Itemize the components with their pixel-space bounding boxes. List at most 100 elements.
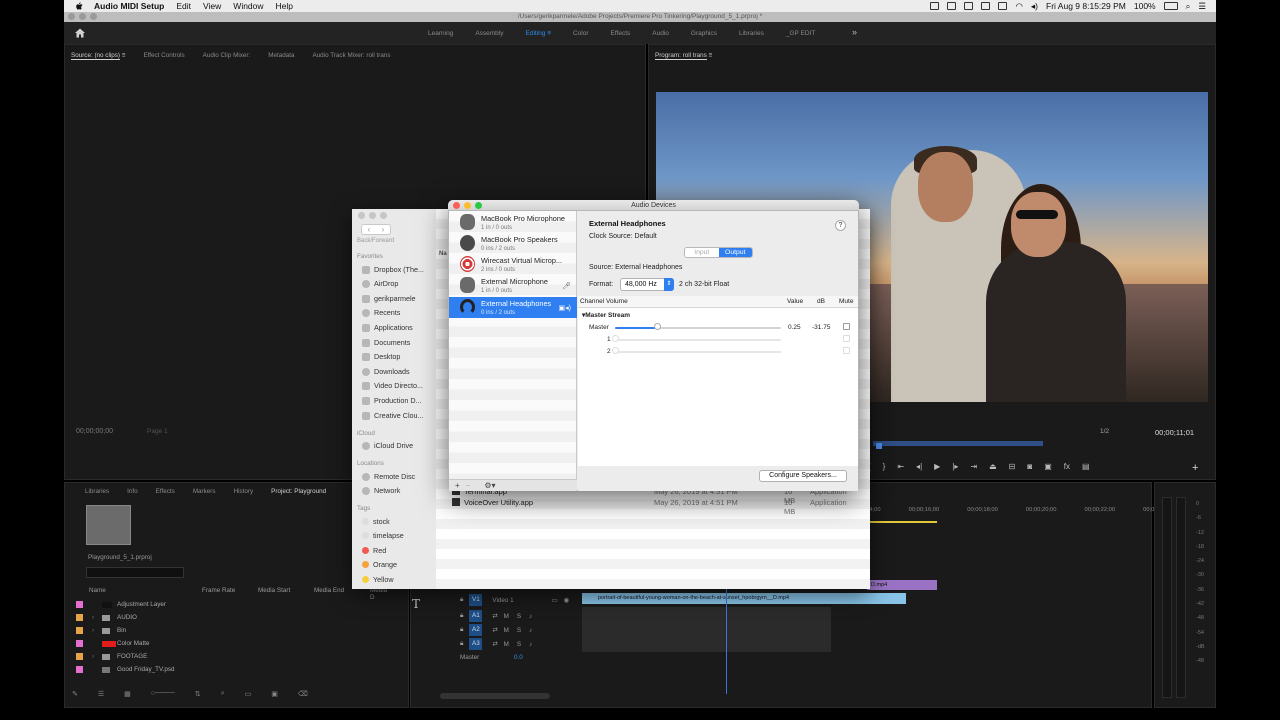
audio-tracks-area[interactable] (582, 607, 831, 652)
device-item-external-headphones[interactable]: External Headphones 0 ins / 2 outs ▣◂) (449, 297, 577, 318)
tab-audio-clip-mixer[interactable]: Audio Clip Mixer: (203, 52, 251, 59)
minimize-icon[interactable] (369, 212, 376, 219)
go-to-out-icon[interactable]: ⇥ (970, 462, 977, 471)
tab-program[interactable]: Program: roll trans ≡ (655, 51, 712, 60)
battery-icon[interactable] (1163, 2, 1178, 10)
sidebar-tag-stock[interactable]: stock (362, 517, 390, 526)
track-a2-header[interactable]: 🔒︎ A2 ⇄ M S ♪ (460, 624, 532, 636)
status-icon-3[interactable] (964, 2, 974, 10)
track-target-a2[interactable]: A2 (469, 624, 483, 636)
workspace-editing[interactable]: Editing ≡ (526, 30, 551, 37)
project-row[interactable]: Good Friday_TV.psd (72, 663, 390, 676)
status-icon-2[interactable] (947, 2, 957, 10)
disclosure-icon[interactable]: › (92, 653, 94, 660)
workspace-graphics[interactable]: Graphics (691, 30, 717, 37)
format-rate-select[interactable]: 48,000 Hz ⇕ (620, 278, 674, 291)
project-thumbnail[interactable] (86, 505, 131, 545)
timeline-ruler[interactable]: 00;00;14;00 00;00;16;00 00;00;18;00 00;0… (850, 507, 1174, 513)
workspace-effects[interactable]: Effects (611, 30, 631, 37)
segment-input[interactable]: Input (685, 248, 719, 257)
timeline-playhead[interactable] (726, 588, 727, 694)
remove-device-button[interactable]: − (466, 481, 471, 490)
device-item-wirecast[interactable]: Wirecast Virtual Microp... 2 ins / 0 out… (449, 254, 577, 275)
timeline-scrollbar[interactable] (440, 693, 550, 699)
file-row[interactable]: VoiceOver Utility.app May 26, 2019 at 4:… (452, 498, 847, 516)
sync-lock-icon[interactable]: ⇄ (492, 641, 497, 648)
device-item-macbook-mic[interactable]: MacBook Pro Microphone 1 in / 0 outs (449, 212, 577, 233)
tab-project[interactable]: Project: Playground (271, 488, 326, 495)
master-stream-group[interactable]: ▾Master Stream (582, 311, 630, 319)
track-target-v1[interactable]: V1 (469, 594, 483, 606)
voiceover-mic-icon[interactable]: ♪ (529, 613, 532, 620)
source-timecode[interactable]: 00;00;00;00 (76, 428, 113, 435)
mute-button[interactable]: M (504, 613, 509, 620)
project-row[interactable]: Color Matte (72, 637, 390, 650)
tab-libraries[interactable]: Libraries (85, 488, 109, 495)
sidebar-item-icloud-drive[interactable]: iCloud Drive (362, 441, 413, 450)
menu-window[interactable]: Window (233, 1, 263, 11)
close-icon[interactable] (68, 13, 75, 20)
minimize-icon[interactable] (464, 202, 471, 209)
sidebar-item-network[interactable]: Network (362, 486, 400, 495)
mute-button[interactable]: M (504, 641, 509, 648)
lift-icon[interactable]: ⏏ (989, 462, 997, 471)
menu-view[interactable]: View (203, 1, 221, 11)
back-forward-control[interactable]: ‹ › (361, 224, 391, 235)
workspace-libraries[interactable]: Libraries (739, 30, 764, 37)
chevron-updown-icon[interactable]: ⇕ (664, 278, 674, 291)
timeline-clip-video[interactable]: portrait-of-beautiful-young-woman-on-the… (582, 593, 906, 604)
search-icon[interactable]: ⌕ (1186, 1, 1191, 12)
tab-effects[interactable]: Effects (156, 488, 175, 495)
sidebar-item-airdrop[interactable]: AirDrop (362, 279, 398, 288)
extract-icon[interactable]: ⊟ (1009, 462, 1016, 471)
sidebar-item-applications[interactable]: Applications (362, 323, 413, 332)
chevron-double-right-icon[interactable]: » (852, 27, 857, 37)
sidebar-item-remote-disc[interactable]: Remote Disc (362, 472, 415, 481)
col-name[interactable]: Name (89, 587, 106, 594)
segment-output[interactable]: Output (718, 248, 752, 257)
project-search-input[interactable] (86, 567, 184, 578)
apple-menu-icon[interactable] (74, 1, 84, 11)
col-media-start[interactable]: Media Start (258, 587, 290, 594)
sidebar-item-video-directory[interactable]: Video Directo... (362, 381, 423, 390)
device-item-macbook-speakers[interactable]: MacBook Pro Speakers 0 ins / 2 outs (449, 233, 577, 254)
project-row[interactable]: Adjustment Layer (72, 598, 390, 611)
track-a3-header[interactable]: 🔒︎ A3 ⇄ M S ♪ (460, 638, 532, 650)
hamburger-icon[interactable]: ≡ (547, 30, 551, 37)
sidebar-item-home[interactable]: gerikparmele (362, 294, 416, 303)
zoom-icon[interactable] (90, 13, 97, 20)
workspace-gp-edit[interactable]: _GP EDIT (786, 30, 816, 37)
zoom-icon[interactable] (475, 202, 482, 209)
sidebar-tag-red[interactable]: Red (362, 546, 386, 555)
menu-app-name[interactable]: Audio MIDI Setup (94, 1, 164, 11)
tab-effect-controls[interactable]: Effect Controls (143, 52, 184, 59)
add-device-button[interactable]: + (455, 481, 460, 490)
program-timecode[interactable]: 00;00;11;01 (1155, 428, 1194, 437)
home-icon[interactable] (74, 27, 86, 39)
menu-list-icon[interactable]: ☰ (1198, 1, 1206, 12)
workspace-assembly[interactable]: Assembly (475, 30, 503, 37)
new-item-icon[interactable]: ▣ (271, 690, 278, 698)
sidebar-item-production[interactable]: Production D... (362, 396, 422, 405)
pencil-icon[interactable]: ✎ (72, 690, 78, 698)
wifi-icon[interactable]: ◠ (1015, 1, 1022, 12)
close-icon[interactable] (453, 202, 460, 209)
status-icon-4[interactable] (981, 2, 991, 10)
trash-icon[interactable]: ⌫ (298, 690, 308, 698)
sidebar-item-documents[interactable]: Documents (362, 338, 410, 347)
sidebar-item-desktop[interactable]: Desktop (362, 352, 400, 361)
track-target-a3[interactable]: A3 (469, 638, 483, 650)
sidebar-item-recents[interactable]: Recents (362, 308, 400, 317)
program-scrub-bar[interactable] (873, 441, 1043, 446)
camera-icon[interactable]: ◙ (1027, 462, 1032, 471)
mute-button[interactable]: M (504, 627, 509, 634)
sidebar-tag-yellow[interactable]: Yellow (362, 575, 394, 584)
workspace-learning[interactable]: Learning (428, 30, 453, 37)
comparison-icon[interactable]: ▣ (1044, 462, 1052, 471)
type-tool-icon[interactable]: T (412, 597, 420, 611)
timeline-clip-nested[interactable]: D.mp4 (867, 580, 937, 590)
close-icon[interactable] (358, 212, 365, 219)
source-page-select[interactable]: Page 1 (147, 428, 168, 435)
menu-clock[interactable]: Fri Aug 9 8:15:29 PM (1046, 1, 1126, 11)
sidebar-tag-timelapse[interactable]: timelapse (362, 531, 404, 540)
